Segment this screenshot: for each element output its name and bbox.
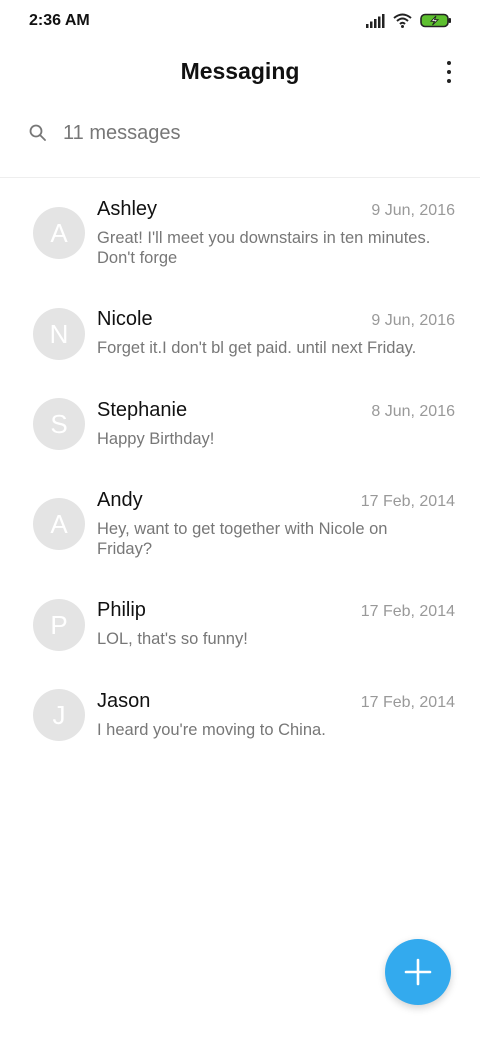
avatar: S <box>33 398 85 450</box>
conversation-item[interactable]: N Nicole 9 Jun, 2016 Forget it.I don't b… <box>0 286 480 378</box>
more-vert-icon-dot <box>447 70 451 74</box>
message-preview: LOL, that's so funny! <box>97 630 248 648</box>
page-title: Messaging <box>180 58 300 84</box>
message-date: 9 Jun, 2016 <box>371 202 455 219</box>
message-preview: Forget it.I don't bl get paid. until nex… <box>97 339 417 357</box>
avatar: A <box>33 207 85 259</box>
avatar: J <box>33 689 85 741</box>
avatar: N <box>33 308 85 360</box>
more-vert-icon-dot <box>447 61 451 65</box>
conversation-item[interactable]: J Jason 17 Feb, 2014 I heard you're movi… <box>0 670 480 760</box>
conversation-item[interactable]: A Ashley 9 Jun, 2016 Great! I'll meet yo… <box>0 178 480 286</box>
message-preview: Hey, want to get together with Nicole on… <box>97 520 388 558</box>
message-date: 8 Jun, 2016 <box>371 403 455 420</box>
search-icon <box>29 124 46 141</box>
search-message-count: 11 messages <box>63 122 181 144</box>
more-vert-icon-dot <box>447 79 451 83</box>
plus-icon <box>404 958 432 986</box>
app-header: Messaging <box>0 48 480 98</box>
conversation-item[interactable]: P Philip 17 Feb, 2014 LOL, that's so fun… <box>0 578 480 670</box>
contact-name: Philip <box>97 599 146 621</box>
more-options-button[interactable] <box>442 58 456 86</box>
message-preview: I heard you're moving to China. <box>97 721 326 739</box>
search-bar[interactable]: 11 messages <box>0 110 480 160</box>
contact-name: Andy <box>97 489 143 511</box>
contact-name: Nicole <box>97 308 153 330</box>
status-icons <box>366 13 452 28</box>
message-preview: Happy Birthday! <box>97 430 215 448</box>
battery-charging-icon <box>420 13 451 28</box>
message-preview: Great! I'll meet you downstairs in ten m… <box>97 229 431 267</box>
status-time: 2:36 AM <box>29 12 90 29</box>
avatar: P <box>33 599 85 651</box>
contact-name: Jason <box>97 690 151 712</box>
message-date: 9 Jun, 2016 <box>371 312 455 329</box>
message-date: 17 Feb, 2014 <box>360 603 455 620</box>
wifi-icon <box>393 13 412 28</box>
new-message-button[interactable] <box>385 939 451 1005</box>
status-bar: 2:36 AM <box>0 0 480 44</box>
signal-icon <box>366 13 385 28</box>
avatar: A <box>33 498 85 550</box>
conversation-item[interactable]: A Andy 17 Feb, 2014 Hey, want to get tog… <box>0 468 480 578</box>
conversation-item[interactable]: S Stephanie 8 Jun, 2016 Happy Birthday! <box>0 378 480 468</box>
contact-name: Ashley <box>97 198 158 220</box>
contact-name: Stephanie <box>97 399 188 421</box>
message-date: 17 Feb, 2014 <box>360 493 455 510</box>
message-date: 17 Feb, 2014 <box>360 694 455 711</box>
